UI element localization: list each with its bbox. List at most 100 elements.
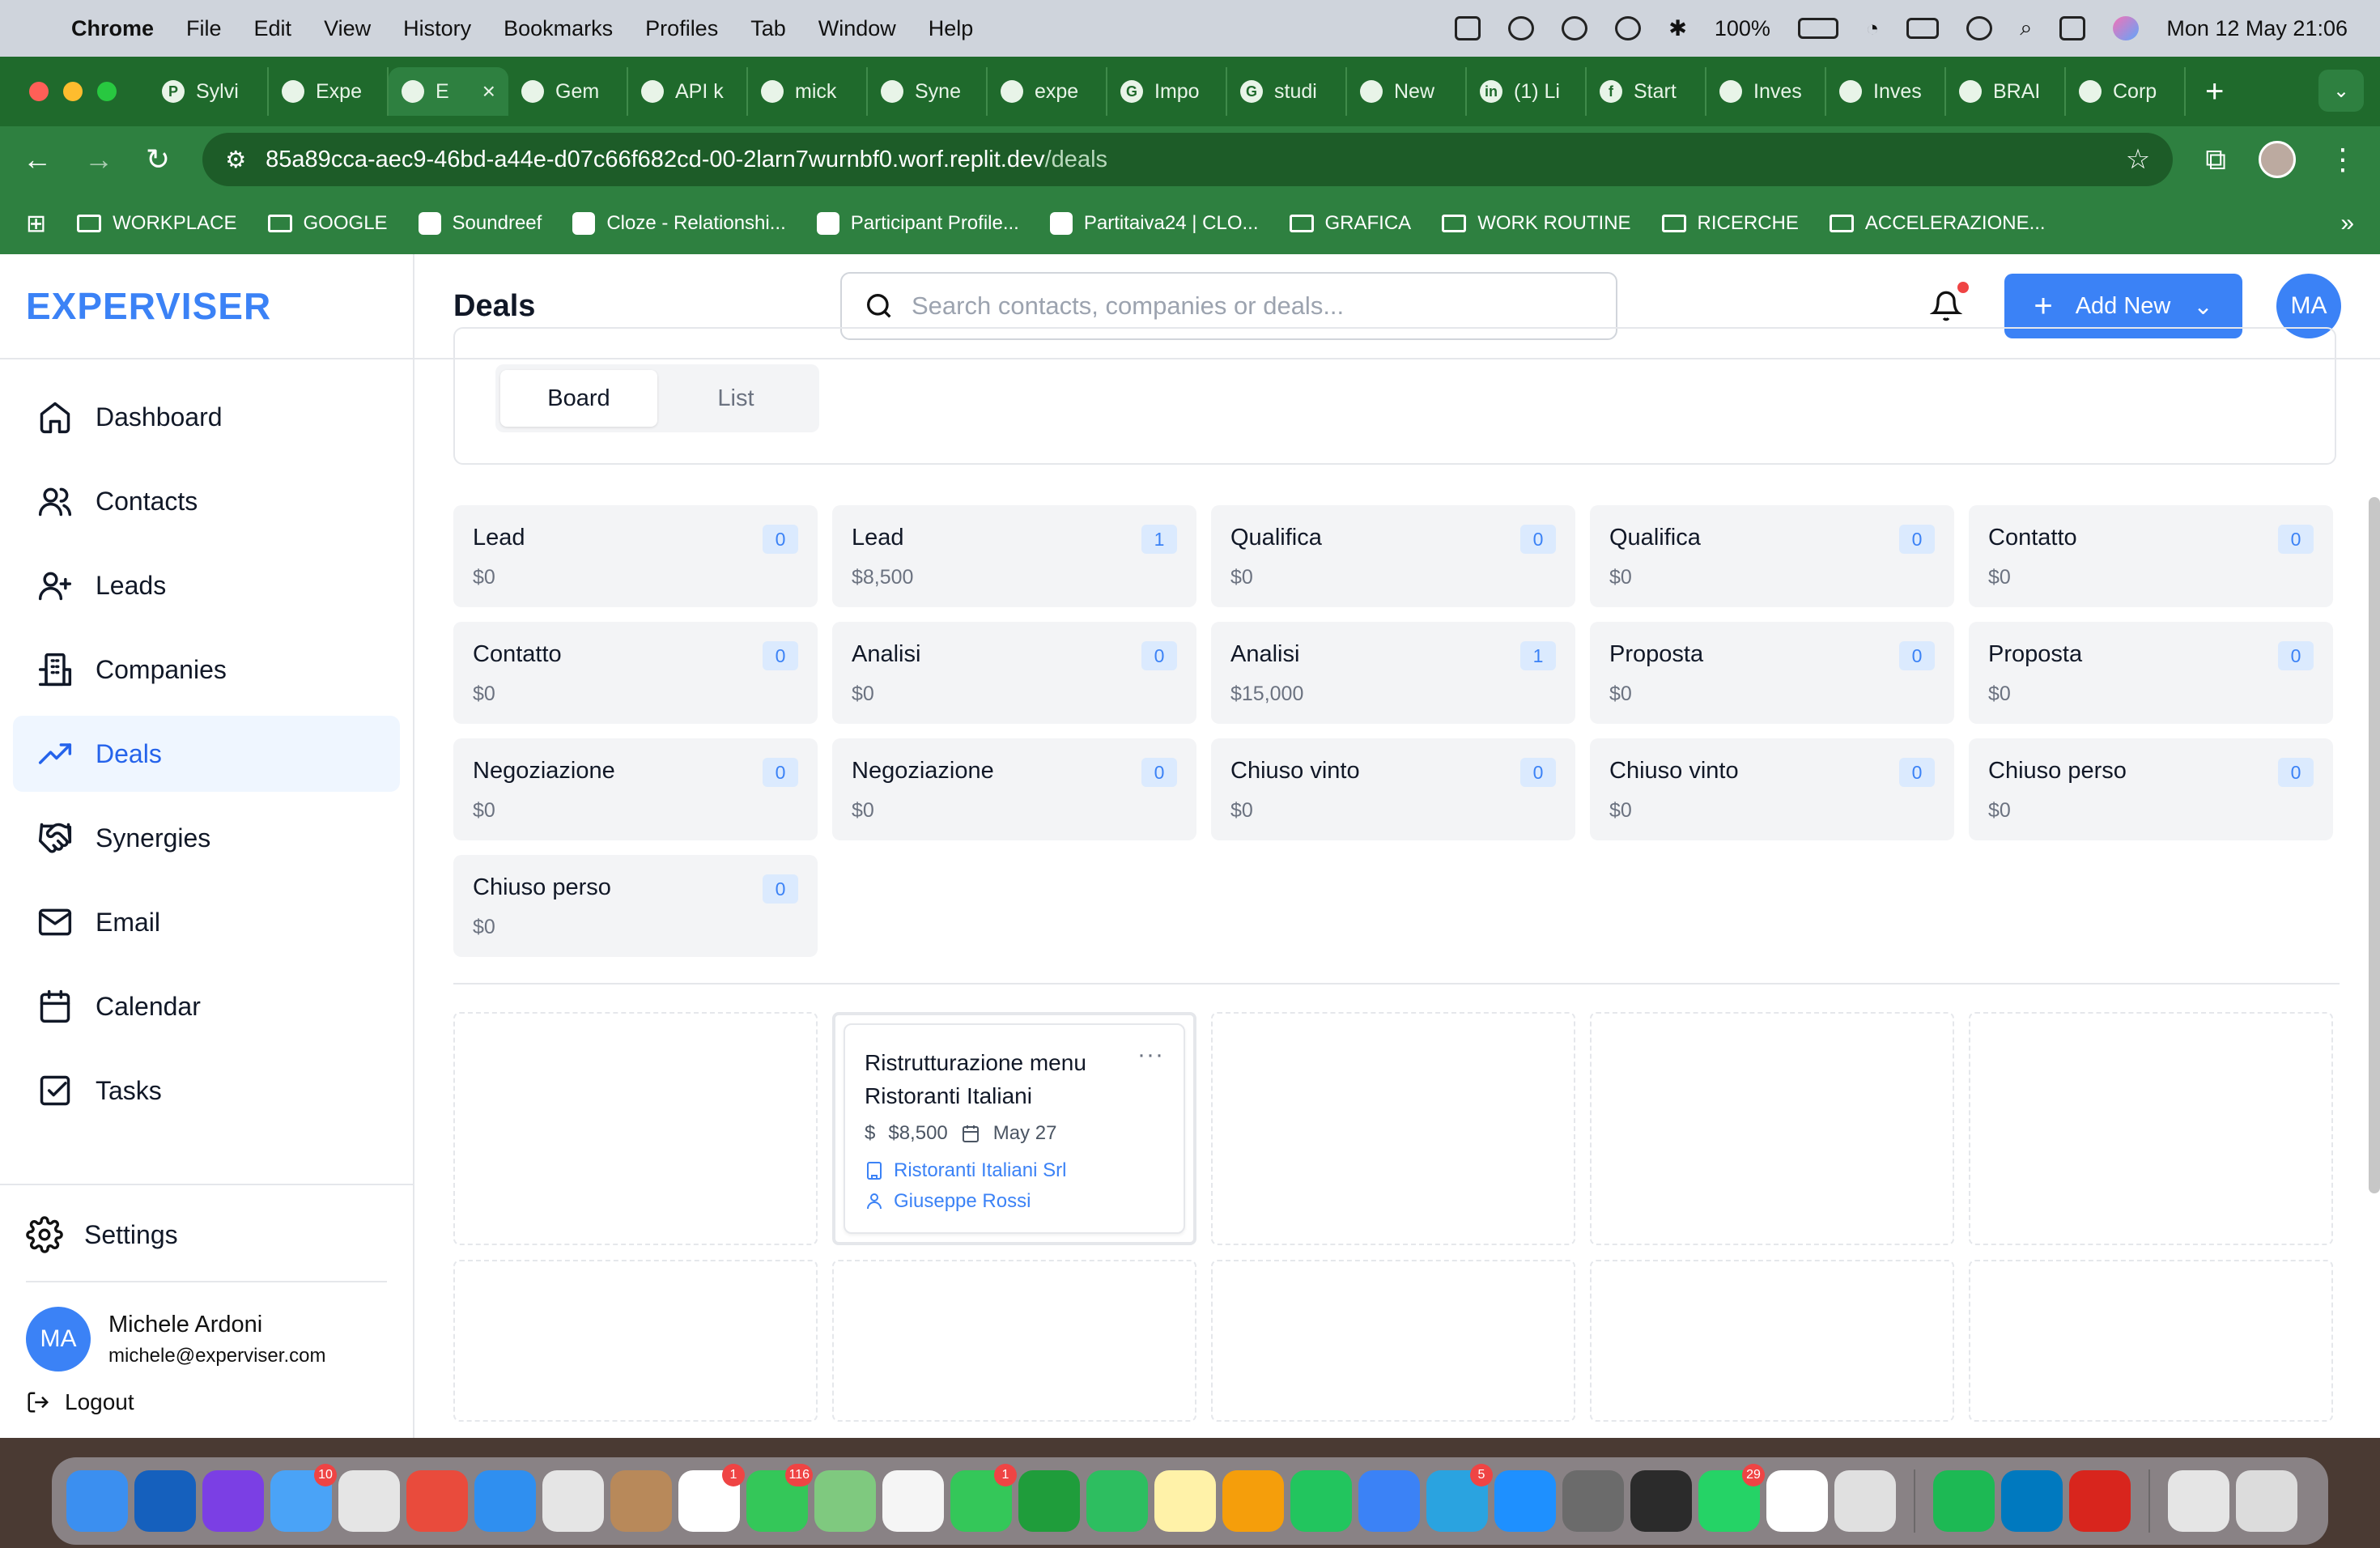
stage-summary-card[interactable]: Proposta $0 0 — [1969, 622, 2333, 724]
bookmark-link[interactable]: Cloze - Relationshi... — [572, 212, 786, 235]
browser-tab[interactable]: Corp — [2066, 67, 2186, 116]
outlook-icon[interactable] — [134, 1470, 196, 1532]
time-machine-icon[interactable] — [1966, 16, 1993, 40]
maps-icon[interactable] — [814, 1470, 876, 1532]
chatgpt-icon[interactable] — [1766, 1470, 1828, 1532]
messages-icon[interactable]: 116 — [746, 1464, 813, 1532]
reload-icon[interactable]: ↻ — [146, 142, 170, 176]
deal-card[interactable]: Ristrutturazione menu Ristoranti Italian… — [844, 1023, 1185, 1234]
numbers-icon[interactable] — [1290, 1470, 1352, 1532]
sidebar-item-email[interactable]: Email — [13, 884, 400, 960]
bookmark-link[interactable]: Soundreef — [418, 212, 542, 235]
calendar-icon[interactable]: 1 — [678, 1464, 745, 1532]
new-tab-button[interactable]: + — [2205, 74, 2224, 110]
sidebar-item-calendar[interactable]: Calendar — [13, 968, 400, 1044]
stage-summary-card[interactable]: Lead $8,500 1 — [832, 505, 1196, 607]
launchpad-icon[interactable] — [338, 1470, 400, 1532]
minimize-window-button[interactable] — [63, 82, 83, 101]
sidebar-item-deals[interactable]: Deals — [13, 716, 400, 792]
stage-summary-card[interactable]: Contatto $0 0 — [453, 622, 818, 724]
menu-file[interactable]: File — [186, 16, 222, 41]
menu-app[interactable]: Chrome — [71, 16, 154, 41]
forward-icon[interactable]: → — [84, 142, 113, 176]
play-status-icon[interactable] — [1562, 16, 1588, 40]
stage-summary-card[interactable]: Contatto $0 0 — [1969, 505, 2333, 607]
menu-tab[interactable]: Tab — [750, 16, 786, 41]
close-tab-icon[interactable]: × — [482, 79, 495, 104]
sidebar-item-tasks[interactable]: Tasks — [13, 1053, 400, 1129]
sidebar-item-leads[interactable]: Leads — [13, 547, 400, 623]
bookmark-folder[interactable]: WORKPLACE — [77, 212, 237, 235]
menu-bookmarks[interactable]: Bookmarks — [504, 16, 613, 41]
deal-column[interactable] — [453, 1012, 818, 1245]
memory-status-icon[interactable] — [1906, 18, 1940, 39]
browser-tab[interactable]: mick — [748, 67, 868, 116]
settings-icon[interactable] — [1562, 1470, 1624, 1532]
menu-edit[interactable]: Edit — [254, 16, 292, 41]
trash-icon[interactable] — [2236, 1470, 2297, 1532]
keynote-icon[interactable] — [1358, 1470, 1420, 1532]
chrome-icon[interactable] — [406, 1470, 468, 1532]
tab-search-button[interactable]: ⌄ — [2318, 70, 2364, 112]
chat-icon[interactable] — [1018, 1470, 1080, 1532]
deal-column[interactable] — [1211, 1260, 1575, 1422]
status-app-icon[interactable] — [1455, 16, 1481, 40]
bookmark-link[interactable]: Partitaiva24 | CLO... — [1049, 212, 1259, 235]
browser-tab[interactable]: in (1) Li — [1467, 67, 1587, 116]
menu-window[interactable]: Window — [818, 16, 896, 41]
menu-history[interactable]: History — [403, 16, 471, 41]
back-icon[interactable]: ← — [23, 142, 52, 176]
deal-column[interactable] — [832, 1260, 1196, 1422]
trello-icon[interactable] — [2001, 1470, 2063, 1532]
sidebar-item-contacts[interactable]: Contacts — [13, 463, 400, 539]
menu-help[interactable]: Help — [929, 16, 974, 41]
stage-summary-card[interactable]: Chiuso vinto $0 0 — [1211, 738, 1575, 840]
browser-tab[interactable]: P Sylvi — [149, 67, 269, 116]
browser-tab[interactable]: Syne — [868, 67, 988, 116]
contacts-icon[interactable] — [610, 1470, 672, 1532]
profile-avatar[interactable] — [2259, 141, 2296, 178]
zoom-window-button[interactable] — [97, 82, 117, 101]
brand-logo[interactable]: EXPERVISER — [0, 254, 413, 359]
phone-icon[interactable] — [1630, 1470, 1692, 1532]
deal-column[interactable] — [453, 1260, 818, 1422]
browser-tab[interactable]: E × — [389, 67, 508, 116]
chrome-menu-icon[interactable]: ⋮ — [2328, 142, 2357, 176]
downloads-icon[interactable] — [2168, 1470, 2229, 1532]
browser-tab[interactable]: Gem — [508, 67, 628, 116]
settings-link[interactable]: Settings — [0, 1206, 413, 1263]
menu-view[interactable]: View — [324, 16, 371, 41]
deal-company-link[interactable]: Ristoranti Italiani Srl — [865, 1159, 1164, 1182]
browser-tab[interactable]: Gstudi — [1227, 67, 1347, 116]
browser-tab[interactable]: expe — [988, 67, 1107, 116]
user-profile[interactable]: MA Michele Ardoni michele@experviser.com — [0, 1307, 413, 1372]
notes-icon[interactable] — [1154, 1470, 1216, 1532]
control-center-icon[interactable] — [2059, 16, 2086, 40]
bookmark-folder[interactable]: RICERCHE — [1661, 212, 1799, 235]
browser-tab[interactable]: Inves — [1706, 67, 1826, 116]
stage-summary-card[interactable]: Qualifica $0 0 — [1211, 505, 1575, 607]
notifications-button[interactable] — [1929, 282, 1969, 322]
whatsapp-icon[interactable]: 29 — [1698, 1464, 1765, 1532]
close-window-button[interactable] — [29, 82, 49, 101]
stage-summary-card[interactable]: Chiuso perso $0 0 — [1969, 738, 2333, 840]
mail-icon[interactable]: 10 — [270, 1464, 337, 1532]
bookmark-folder[interactable]: ACCELERAZIONE... — [1829, 212, 2046, 235]
stage-summary-card[interactable]: Proposta $0 0 — [1590, 622, 1954, 724]
stage-summary-card[interactable]: Chiuso vinto $0 0 — [1590, 738, 1954, 840]
finder-icon[interactable] — [66, 1470, 128, 1532]
sidebar-item-dashboard[interactable]: Dashboard — [13, 379, 400, 455]
bookmark-star-icon[interactable]: ☆ — [2126, 143, 2150, 176]
stage-summary-card[interactable]: Chiuso perso $0 0 — [453, 855, 818, 957]
pages-icon[interactable] — [1222, 1470, 1284, 1532]
site-settings-icon[interactable]: ⚙ — [225, 146, 246, 174]
browser-tab[interactable]: G Impo — [1107, 67, 1227, 116]
stage-summary-card[interactable]: Qualifica $0 0 — [1590, 505, 1954, 607]
sidebar-item-companies[interactable]: Companies — [13, 632, 400, 708]
telegram-icon[interactable]: 5 — [1426, 1464, 1493, 1532]
safari-icon[interactable] — [474, 1470, 536, 1532]
browser-tab[interactable]: BRAI — [1946, 67, 2066, 116]
extensions-icon[interactable]: ⧉ — [2205, 142, 2226, 177]
bookmarks-overflow-icon[interactable]: » — [2340, 210, 2354, 237]
appstore-icon[interactable] — [1494, 1470, 1556, 1532]
